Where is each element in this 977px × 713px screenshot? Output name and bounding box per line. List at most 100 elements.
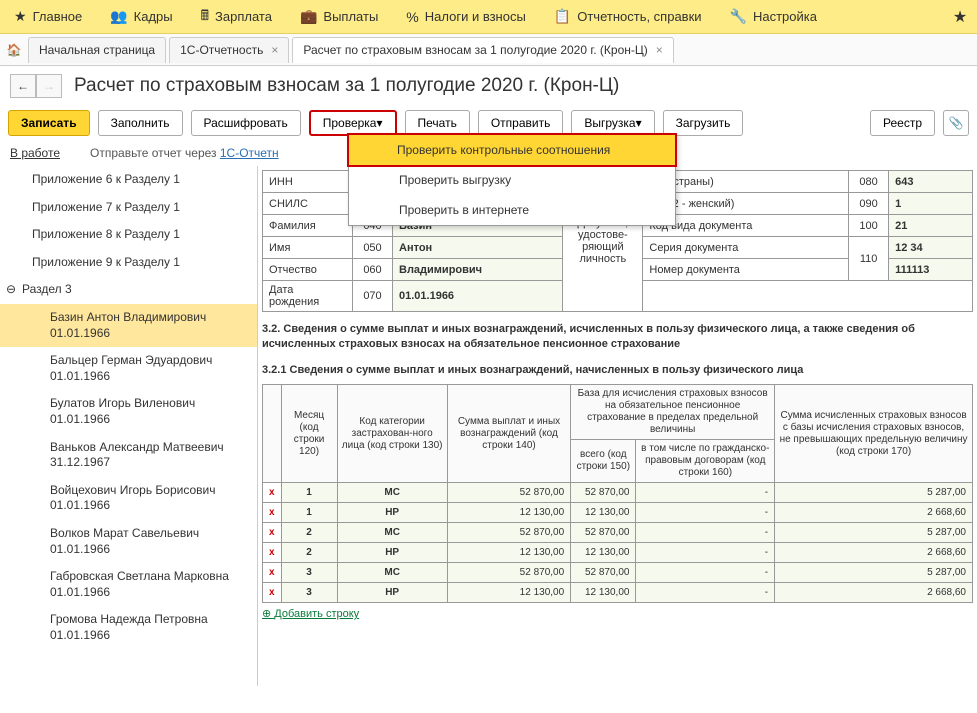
cell-category[interactable]: НР (337, 503, 447, 523)
person-item[interactable]: Громова Надежда Петровна 01.01.1966 (0, 606, 257, 649)
menu-taxes[interactable]: %Налоги и взносы (392, 0, 540, 33)
cell-month[interactable]: 1 (281, 483, 337, 503)
docseries-value[interactable]: 12 34 (889, 237, 973, 259)
menu-salary[interactable]: 🖩Зарплата (187, 0, 286, 33)
cell-category[interactable]: МС (337, 483, 447, 503)
cell-civil[interactable]: - (636, 503, 775, 523)
nav-forward[interactable]: → (36, 74, 62, 98)
table-row[interactable]: x 3 МС 52 870,00 52 870,00 - 5 287,00 (263, 563, 973, 583)
cell-payments[interactable]: 12 130,00 (447, 543, 570, 563)
cell-payments[interactable]: 52 870,00 (447, 483, 570, 503)
status-reporting-link[interactable]: 1С-Отчетн (220, 146, 279, 160)
menu-payments[interactable]: 💼Выплаты (286, 0, 392, 33)
fill-button[interactable]: Заполнить (98, 110, 183, 136)
tab-start[interactable]: Начальная страница (28, 37, 166, 63)
sidebar-section-header[interactable]: ⊖Раздел 3 (0, 276, 257, 304)
cell-civil[interactable]: - (636, 583, 775, 603)
firstname-value[interactable]: Антон (393, 237, 563, 259)
patronymic-value[interactable]: Владимирович (393, 259, 563, 281)
table-row[interactable]: x 2 НР 12 130,00 12 130,00 - 2 668,60 (263, 543, 973, 563)
cell-total[interactable]: 12 130,00 (571, 543, 636, 563)
person-item[interactable]: Базин Антон Владимирович 01.01.1966 (0, 304, 257, 347)
menu-reports[interactable]: 📋Отчетность, справки (540, 0, 716, 33)
cell-total[interactable]: 52 870,00 (571, 483, 636, 503)
sidebar-item-app9[interactable]: Приложение 9 к Разделу 1 (0, 249, 257, 277)
table-row[interactable]: x 3 НР 12 130,00 12 130,00 - 2 668,60 (263, 583, 973, 603)
menu-settings[interactable]: 🔧Настройка (716, 0, 831, 33)
person-item[interactable]: Войцехович Игорь Борисович 01.01.1966 (0, 477, 257, 520)
cell-payments[interactable]: 52 870,00 (447, 563, 570, 583)
home-icon[interactable]: 🏠 (0, 43, 28, 57)
main-area[interactable]: ИНН Документ, удостове-ряющий личность (… (258, 166, 977, 686)
attach-button[interactable]: 📎 (943, 110, 969, 136)
sidebar-item-app7[interactable]: Приложение 7 к Разделу 1 (0, 194, 257, 222)
sidebar-item-app6[interactable]: Приложение 6 к Разделу 1 (0, 166, 257, 194)
close-icon[interactable]: × (271, 43, 278, 57)
country-value[interactable]: 643 (889, 171, 973, 193)
person-item[interactable]: Ваньков Александр Матвеевич 31.12.1967 (0, 434, 257, 477)
write-button[interactable]: Записать (8, 110, 90, 136)
check-internet[interactable]: Проверить в интернете (349, 195, 675, 225)
cell-calc[interactable]: 2 668,60 (775, 583, 973, 603)
person-item[interactable]: Булатов Игорь Виленович 01.01.1966 (0, 390, 257, 433)
sidebar-item-app8[interactable]: Приложение 8 к Разделу 1 (0, 221, 257, 249)
cell-calc[interactable]: 5 287,00 (775, 483, 973, 503)
delete-row-icon[interactable]: x (263, 583, 282, 603)
gender-code: 090 (849, 193, 889, 215)
table-row[interactable]: x 1 МС 52 870,00 52 870,00 - 5 287,00 (263, 483, 973, 503)
sidebar[interactable]: Приложение 6 к Разделу 1 Приложение 7 к … (0, 166, 258, 686)
collapse-icon[interactable]: ⊖ (6, 282, 16, 298)
tab-calculation[interactable]: Расчет по страховым взносам за 1 полугод… (292, 37, 673, 63)
cell-month[interactable]: 3 (281, 583, 337, 603)
menu-hr[interactable]: 👥Кадры (96, 0, 186, 33)
status-link[interactable]: В работе (10, 146, 60, 160)
menu-main[interactable]: ★Главное (0, 0, 96, 33)
check-ratios[interactable]: Проверить контрольные соотношения (347, 133, 677, 167)
delete-row-icon[interactable]: x (263, 523, 282, 543)
gender-value[interactable]: 1 (889, 193, 973, 215)
decode-button[interactable]: Расшифровать (191, 110, 301, 136)
delete-row-icon[interactable]: x (263, 483, 282, 503)
person-item[interactable]: Бальцер Герман Эдуардович 01.01.1966 (0, 347, 257, 390)
favorite-button[interactable]: ★ (943, 0, 977, 33)
cell-month[interactable]: 2 (281, 523, 337, 543)
table-row[interactable]: x 1 НР 12 130,00 12 130,00 - 2 668,60 (263, 503, 973, 523)
table-row[interactable]: x 2 МС 52 870,00 52 870,00 - 5 287,00 (263, 523, 973, 543)
cell-month[interactable]: 2 (281, 543, 337, 563)
cell-month[interactable]: 3 (281, 563, 337, 583)
cell-civil[interactable]: - (636, 563, 775, 583)
cell-total[interactable]: 52 870,00 (571, 563, 636, 583)
cell-calc[interactable]: 2 668,60 (775, 543, 973, 563)
cell-category[interactable]: МС (337, 523, 447, 543)
add-row-link[interactable]: Добавить строку (262, 607, 359, 620)
doctype-value[interactable]: 21 (889, 215, 973, 237)
cell-payments[interactable]: 52 870,00 (447, 523, 570, 543)
check-export[interactable]: Проверить выгрузку (349, 165, 675, 195)
cell-civil[interactable]: - (636, 543, 775, 563)
cell-payments[interactable]: 12 130,00 (447, 503, 570, 523)
delete-row-icon[interactable]: x (263, 503, 282, 523)
cell-civil[interactable]: - (636, 483, 775, 503)
cell-month[interactable]: 1 (281, 503, 337, 523)
cell-civil[interactable]: - (636, 523, 775, 543)
person-item[interactable]: Волков Марат Савельевич 01.01.1966 (0, 520, 257, 563)
cell-category[interactable]: МС (337, 563, 447, 583)
close-icon[interactable]: × (656, 43, 663, 57)
nav-back[interactable]: ← (10, 74, 36, 98)
cell-total[interactable]: 52 870,00 (571, 523, 636, 543)
birthdate-value[interactable]: 01.01.1966 (393, 281, 563, 312)
cell-calc[interactable]: 5 287,00 (775, 563, 973, 583)
cell-total[interactable]: 12 130,00 (571, 583, 636, 603)
delete-row-icon[interactable]: x (263, 563, 282, 583)
delete-row-icon[interactable]: x (263, 543, 282, 563)
registry-button[interactable]: Реестр (870, 110, 935, 136)
cell-category[interactable]: НР (337, 543, 447, 563)
cell-category[interactable]: НР (337, 583, 447, 603)
docnum-value[interactable]: 111113 (889, 259, 973, 281)
tab-reporting[interactable]: 1С-Отчетность× (169, 37, 289, 63)
person-item[interactable]: Габровская Светлана Марковна 01.01.1966 (0, 563, 257, 606)
cell-calc[interactable]: 5 287,00 (775, 523, 973, 543)
cell-payments[interactable]: 12 130,00 (447, 583, 570, 603)
cell-total[interactable]: 12 130,00 (571, 503, 636, 523)
cell-calc[interactable]: 2 668,60 (775, 503, 973, 523)
